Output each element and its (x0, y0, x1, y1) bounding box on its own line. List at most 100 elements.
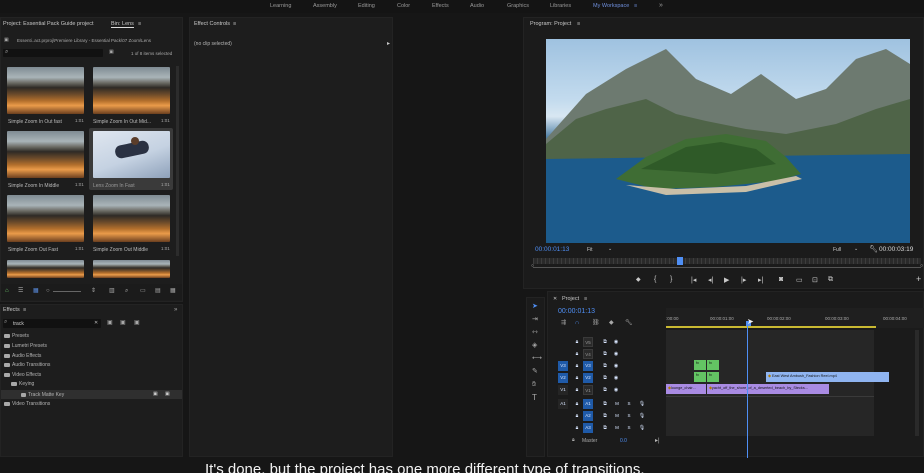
effect-folder-video-transitions[interactable]: Video Transitions (4, 401, 50, 407)
time-ruler[interactable]: :00:00 00:00:01:00 00:00:02:00 00:00:03:… (666, 308, 924, 328)
track-label-v4[interactable]: V4 (583, 349, 593, 359)
workspace-editing[interactable]: Editing (358, 3, 375, 9)
camera-icon[interactable]: ◙ (779, 276, 783, 283)
effects-search-input[interactable]: ⌕ track ✕ (3, 319, 101, 328)
yuv-effects-icon[interactable]: ▣ (134, 320, 140, 327)
trash-icon[interactable]: ▦ (170, 288, 176, 295)
type-tool-icon[interactable]: T (532, 394, 537, 402)
track-label-v1[interactable]: V1 (583, 385, 593, 395)
track-label-a2[interactable]: A2 (583, 411, 593, 421)
work-area-bar[interactable] (666, 326, 876, 328)
clip-green-v3b[interactable]: fx (707, 360, 719, 370)
track-header-a3[interactable]: 🔒︎ A3 ⧉ M S 🎙︎ (558, 422, 662, 434)
zoom-handle-left[interactable]: ○ (531, 263, 534, 269)
bin-menu-icon[interactable]: ≡ (138, 21, 141, 27)
mute-button[interactable]: M (612, 411, 622, 421)
list-view-icon[interactable]: ☰ (18, 288, 23, 295)
timeline-timecode[interactable]: 00:00:01:13 (558, 308, 595, 315)
clip-thumbnail[interactable] (93, 67, 170, 114)
pen-tool-icon[interactable]: ✎ (532, 368, 538, 375)
timeline-menu-icon[interactable]: ≡ (584, 296, 587, 302)
fit-chevron-down-icon[interactable]: ⌄ (608, 246, 612, 252)
bin-tab[interactable]: Bin: Lens (111, 21, 134, 28)
safe-margins-icon[interactable]: ▭ (796, 276, 803, 284)
sync-lock-icon[interactable]: ⧉ (600, 423, 610, 433)
effects-tab[interactable]: Effects (3, 307, 20, 313)
accelerated-effects-icon[interactable]: ▣ (107, 320, 113, 327)
project-scrollbar[interactable] (176, 66, 179, 256)
track-header-v1[interactable]: V1 🔒︎ V1 ⧉ ◉ (558, 384, 662, 396)
fit-dropdown[interactable]: Fit (587, 247, 593, 253)
clip-violet-v1b[interactable]: ◆yacht_off_the_shore_of_a_deserted_beach… (707, 384, 829, 394)
close-tab-icon[interactable]: ✕ (553, 296, 557, 302)
sync-lock-icon[interactable]: ⧉ (600, 411, 610, 421)
microphone-icon[interactable]: 🎙︎ (637, 411, 647, 421)
track-label-a1[interactable]: A1 (583, 399, 593, 409)
timeline-tab[interactable]: Project (562, 296, 579, 302)
step-back-icon[interactable]: ◂| (708, 276, 713, 284)
mark-out-icon[interactable]: } (670, 276, 672, 283)
quality-chevron-down-icon[interactable]: ⌄ (854, 246, 858, 252)
workspace-effects[interactable]: Effects (432, 3, 449, 9)
effect-item-track-matte-key-row[interactable]: Track Matte Key ▣ ▣ (1, 390, 182, 399)
nest-icon[interactable]: ⇶ (561, 320, 566, 327)
mute-button[interactable]: M (612, 423, 622, 433)
track-header-a1[interactable]: A1 🔒︎ A1 ⧉ M S 🎙︎ (558, 398, 662, 410)
zoom-slider-handle[interactable]: ○ (46, 288, 50, 295)
lock-icon[interactable]: 🔒︎ (572, 399, 582, 409)
effect-folder-presets[interactable]: Presets (4, 333, 29, 339)
clip-thumbnail[interactable] (93, 195, 170, 242)
effect-controls-tab[interactable]: Effect Controls (194, 21, 230, 27)
workspace-audio[interactable]: Audio (470, 3, 484, 9)
razor-icon[interactable]: ◈ (532, 342, 537, 349)
playhead[interactable] (677, 257, 683, 265)
settings-wrench-icon[interactable]: 🔧︎ (625, 320, 633, 327)
effect-folder-audio-transitions[interactable]: Audio Transitions (4, 362, 50, 368)
program-timecode[interactable]: 00:00:01:13 (535, 246, 569, 253)
solo-button[interactable]: S (624, 399, 634, 409)
new-bin-icon[interactable]: ▭ (140, 288, 146, 295)
lock-icon[interactable]: 🔒︎ (572, 373, 582, 383)
clip-thumbnail[interactable] (7, 67, 84, 114)
eye-icon[interactable]: ◉ (611, 385, 621, 395)
play-icon[interactable]: ▶ (724, 276, 729, 284)
program-menu-icon[interactable]: ≡ (577, 21, 580, 27)
sync-lock-icon[interactable]: ⧉ (600, 385, 610, 395)
clip-violet-v1a[interactable]: ◆lounge_chair... (666, 384, 706, 394)
timeline-scrollbar[interactable] (915, 330, 919, 436)
find-icon[interactable]: ⌕ (125, 288, 128, 295)
sync-lock-icon[interactable]: ⧉ (600, 361, 610, 371)
solo-button[interactable]: S (624, 411, 634, 421)
snap-icon[interactable]: ∩ (575, 320, 579, 327)
workspace-assembly[interactable]: Assembly (313, 3, 337, 9)
workspace-color[interactable]: Color (397, 3, 410, 9)
go-to-end-icon[interactable]: ▸| (655, 437, 660, 444)
track-select-icon[interactable]: ⇥ (532, 316, 538, 323)
master-volume[interactable]: 0.0 (620, 438, 627, 444)
program-monitor-tab[interactable]: Program: Project (530, 21, 571, 27)
timeline-playhead-line[interactable] (747, 326, 748, 458)
source-patch-v3[interactable]: V3 (558, 361, 568, 371)
wrench-icon[interactable]: 🔧︎ (869, 245, 878, 253)
source-patch-v1[interactable]: V1 (558, 385, 568, 395)
sync-lock-icon[interactable]: ⧉ (600, 337, 610, 347)
lock-icon[interactable]: 🔒︎ (572, 385, 582, 395)
microphone-icon[interactable]: 🎙︎ (637, 399, 647, 409)
clip-thumbnail[interactable] (7, 195, 84, 242)
go-to-out-icon[interactable]: ▸| (758, 276, 763, 284)
effects-menu-icon[interactable]: ≡ (23, 307, 26, 313)
effect-folder-lumetri-presets[interactable]: Lumetri Presets (4, 343, 47, 349)
clip-thumbnail[interactable] (93, 260, 170, 278)
lock-icon[interactable]: 🔒︎ (572, 349, 582, 359)
track-header-v5[interactable]: 🔒︎ V5 ⧉ ◉ (572, 336, 662, 348)
tracks-area[interactable] (666, 330, 874, 436)
expand-arrow-icon[interactable]: ▸ (387, 40, 390, 47)
clip-blue-v2[interactable]: ◆ East West Ambush_Fashion Reel.mp4 (766, 372, 889, 382)
button-editor-icon[interactable]: + (916, 274, 921, 284)
lock-icon[interactable]: 🔒︎ (572, 361, 582, 371)
clip-green-v3a[interactable]: fx (694, 360, 706, 370)
video-frame[interactable] (546, 39, 910, 243)
workspace-graphics[interactable]: Graphics (507, 3, 529, 9)
track-header-v2[interactable]: V2 🔒︎ V2 ⧉ ◉ (558, 372, 662, 384)
zoom-slider[interactable] (53, 291, 81, 292)
